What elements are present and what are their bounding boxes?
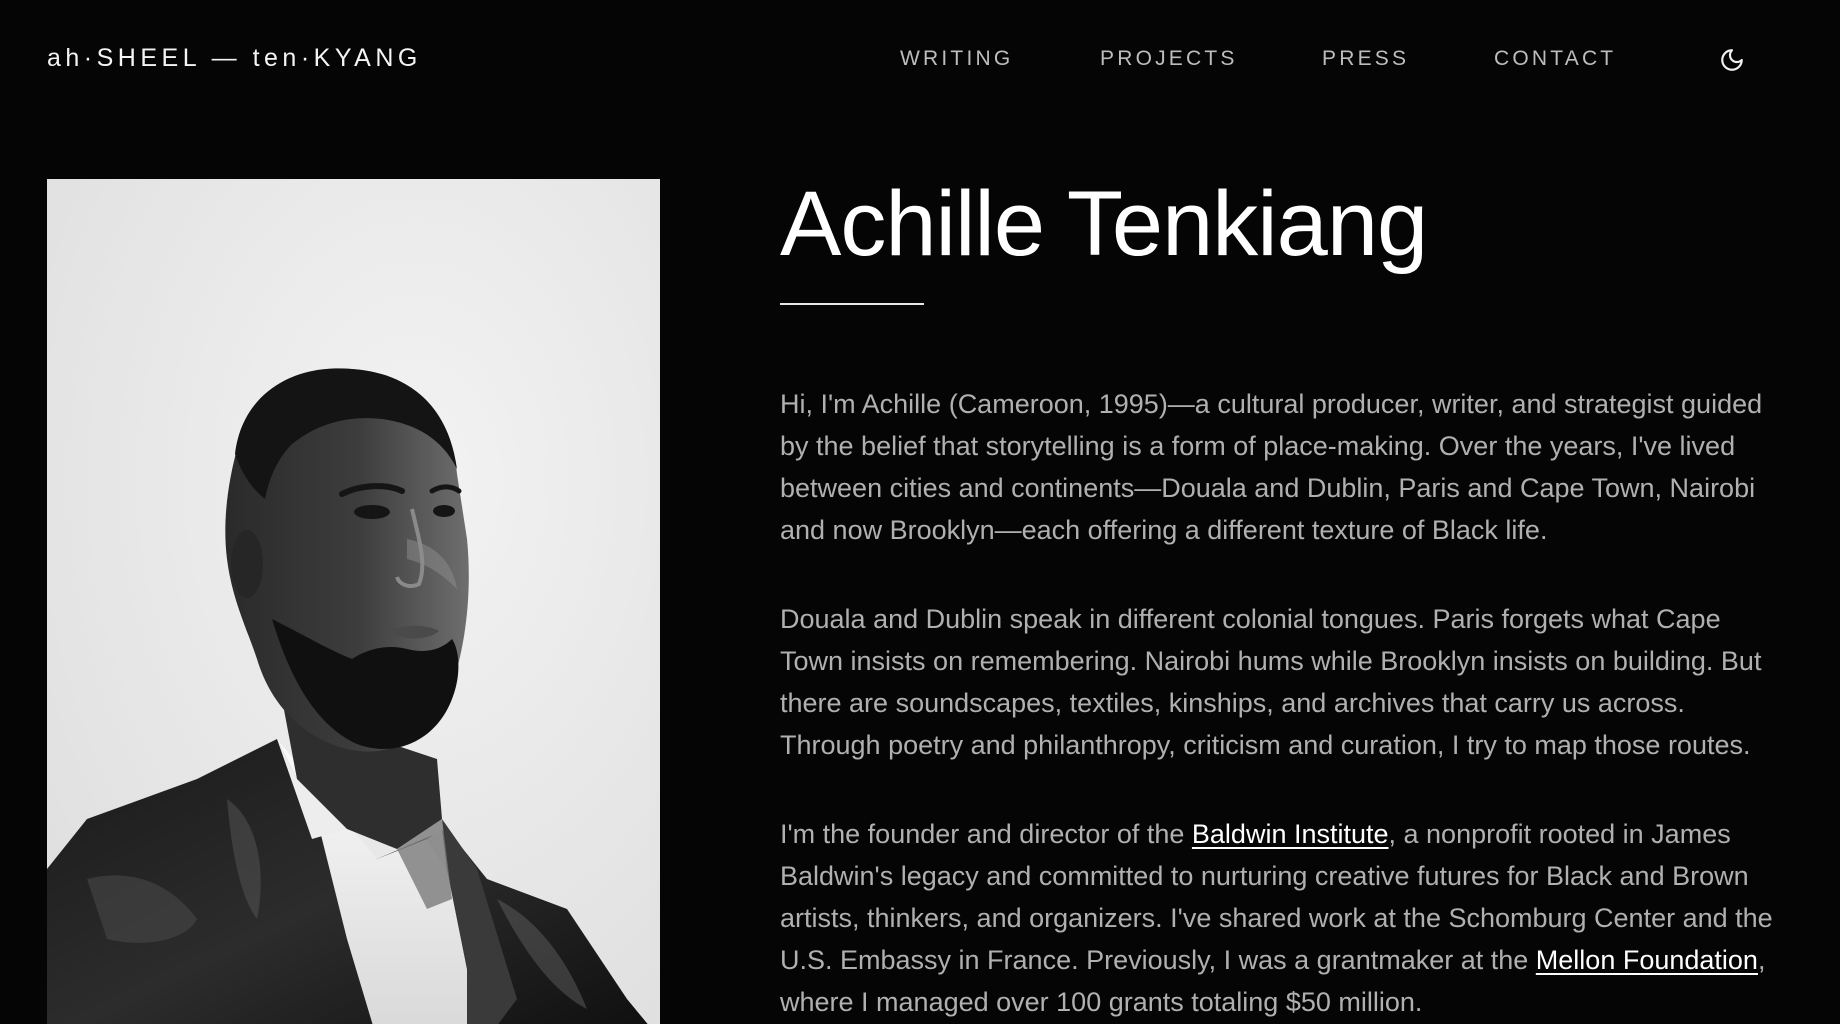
page-title: Achille Tenkiang: [780, 173, 1428, 275]
site-wordmark[interactable]: ah·SHEEL — ten·KYANG: [47, 44, 422, 73]
nav-link-projects[interactable]: PROJECTS: [1100, 47, 1238, 71]
title-divider: [780, 303, 924, 305]
theme-toggle-button[interactable]: [1719, 47, 1745, 73]
bio-paragraph-1: Hi, I'm Achille (Cameroon, 1995)—a cultu…: [780, 389, 1763, 545]
mellon-foundation-link[interactable]: Mellon Foundation: [1536, 945, 1758, 975]
nav-link-press[interactable]: PRESS: [1322, 47, 1409, 71]
main-content: Achille Tenkiang Hi, I'm Achille (Camero…: [780, 170, 1790, 1024]
bio-paragraph-2: Douala and Dublin speak in different col…: [780, 604, 1762, 760]
moon-icon: [1721, 49, 1743, 71]
portrait-photo: [47, 179, 660, 1024]
bio-paragraph-3: I'm the founder and director of the Bald…: [780, 813, 1790, 1023]
bio-section: Hi, I'm Achille (Cameroon, 1995)—a cultu…: [780, 383, 1790, 1023]
nav-link-writing[interactable]: WRITING: [900, 47, 1013, 71]
baldwin-institute-link[interactable]: Baldwin Institute: [1192, 819, 1389, 849]
site-header: ah·SHEEL — ten·KYANG WRITING PROJECTS PR…: [0, 0, 1840, 118]
nav-link-contact[interactable]: CONTACT: [1494, 47, 1616, 71]
page: ah·SHEEL — ten·KYANG WRITING PROJECTS PR…: [0, 0, 1840, 1024]
bio-paragraph-3-text: I'm the founder and director of the: [780, 819, 1192, 849]
